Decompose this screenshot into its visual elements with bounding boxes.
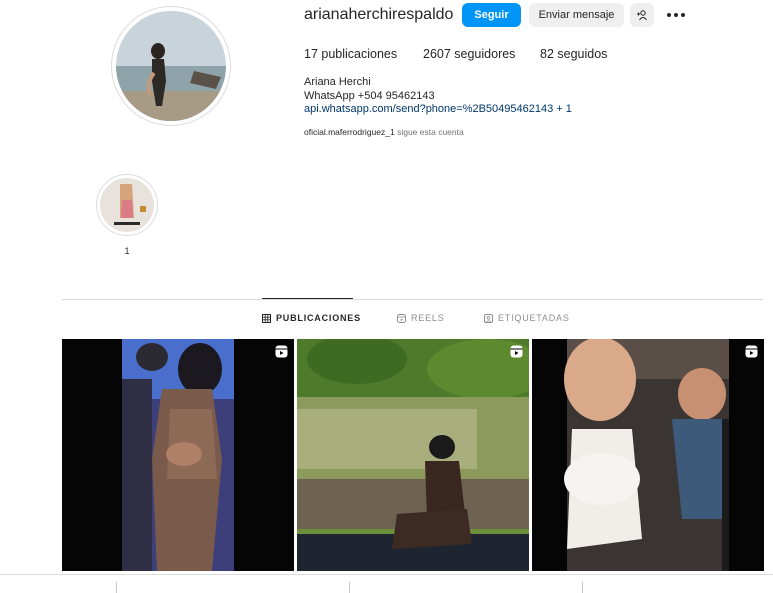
follow-button[interactable]: Seguir (462, 3, 521, 27)
tab-reels[interactable]: REELS (397, 313, 445, 323)
tab-label: REELS (411, 313, 445, 323)
post-image (62, 339, 294, 571)
followers-count[interactable]: 2607 seguidores (423, 47, 515, 61)
reel-icon (275, 345, 288, 358)
post-thumbnail-1[interactable] (62, 339, 294, 571)
grid-icon (262, 313, 271, 323)
bio-whatsapp: WhatsApp +504 95462143 (304, 90, 435, 102)
highlight-label: 1 (124, 246, 130, 256)
post-image (297, 339, 529, 571)
story-highlight[interactable] (96, 174, 158, 236)
profile-avatar[interactable] (111, 6, 231, 126)
reels-icon (397, 313, 406, 323)
followed-by-suffix: sigue esta cuenta (394, 127, 464, 137)
tabs-divider (62, 299, 763, 300)
tab-label: ETIQUETADAS (498, 313, 570, 323)
post-image (532, 339, 764, 571)
more-options-icon[interactable] (667, 8, 687, 22)
avatar-image (116, 11, 226, 121)
following-count[interactable]: 82 seguidos (540, 47, 607, 61)
tab-etiquetadas[interactable]: ETIQUETADAS (484, 313, 570, 323)
reel-icon (745, 345, 758, 358)
grid-separator (582, 582, 583, 593)
bio-full-name: Ariana Herchi (304, 76, 371, 88)
post-thumbnail-3[interactable] (532, 339, 764, 571)
followed-by: oficial.maferrodriguez_1 sigue esta cuen… (304, 127, 464, 137)
bio-link[interactable]: api.whatsapp.com/send?phone=%2B504954621… (304, 103, 572, 115)
post-thumbnail-2[interactable] (297, 339, 529, 571)
highlight-thumbnail (100, 178, 154, 232)
reel-icon (510, 345, 523, 358)
tab-publicaciones[interactable]: PUBLICACIONES (262, 313, 361, 323)
active-tab-indicator (262, 298, 353, 299)
profile-username: arianaherchirespaldo (304, 6, 454, 23)
grid-separator (349, 582, 350, 593)
add-user-icon (637, 10, 647, 21)
send-message-button[interactable]: Enviar mensaje (529, 3, 624, 27)
posts-count: 17 publicaciones (304, 47, 398, 61)
next-row-divider (0, 574, 773, 575)
suggest-similar-button[interactable] (630, 3, 654, 27)
followed-by-account[interactable]: oficial.maferrodriguez_1 (304, 127, 395, 137)
tab-label: PUBLICACIONES (276, 313, 361, 323)
grid-separator (116, 582, 117, 593)
tagged-icon (484, 313, 493, 323)
